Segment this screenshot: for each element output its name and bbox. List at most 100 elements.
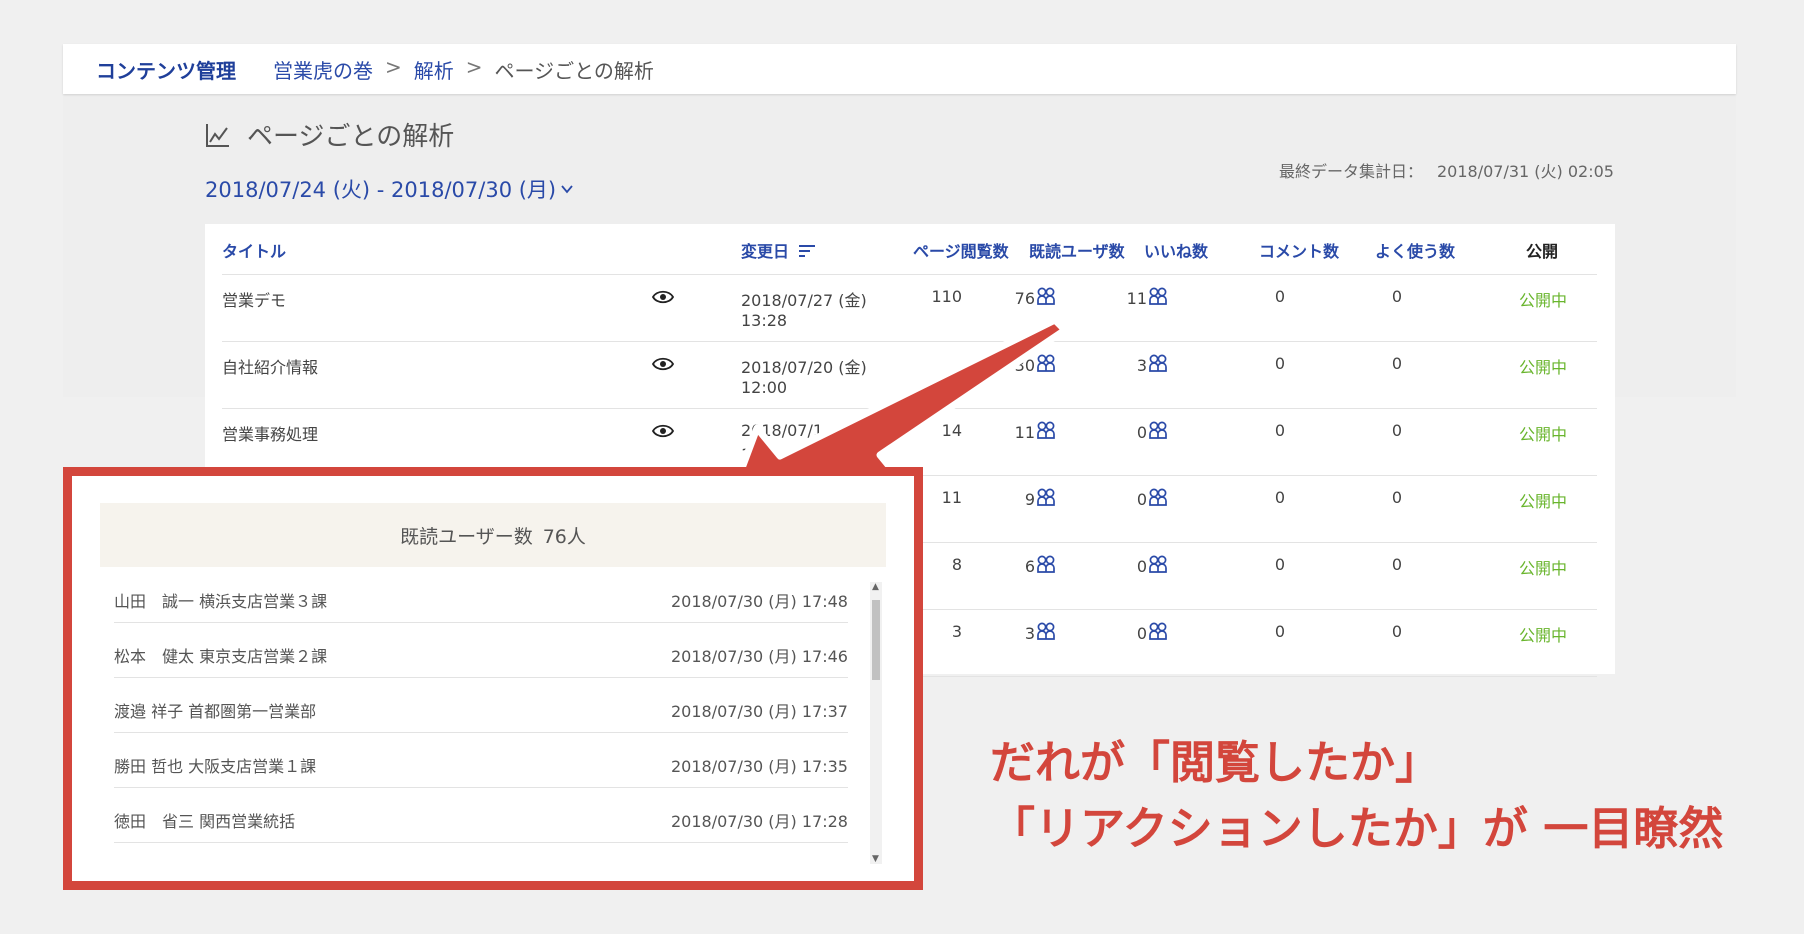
callout-text: だれが「閲覧したか」 「リアクションしたか」が 一目瞭然 bbox=[990, 730, 1723, 862]
table-row[interactable]: 自社紹介情報 2018/07/20 (金) 12:00 30 3 0 0 公開中 bbox=[222, 342, 1597, 409]
row-likes[interactable]: 0 bbox=[1057, 421, 1167, 442]
row-publish-status[interactable]: 公開中 bbox=[1519, 622, 1567, 646]
last-update-label: 最終データ集計日： bbox=[1278, 162, 1423, 181]
row-favorites: 0 bbox=[1391, 555, 1402, 574]
last-update: 最終データ集計日： 2018/07/31 (火) 02:05 bbox=[1279, 158, 1614, 182]
row-comments: 0 bbox=[1274, 421, 1285, 440]
list-item[interactable]: 渡邉 祥子 首都圏第一営業部 2018/07/30 (月) 17:37 bbox=[114, 678, 848, 733]
row-likes-count: 3 bbox=[1136, 356, 1147, 375]
reader-name: 松本 健太 東京支店営業２課 bbox=[114, 647, 328, 666]
breadcrumb-separator: > bbox=[385, 55, 402, 79]
list-item[interactable]: 勝田 哲也 大阪支店営業１課 2018/07/30 (月) 17:35 bbox=[114, 733, 848, 788]
row-title[interactable]: 営業事務処理 bbox=[222, 421, 318, 445]
date-range-selector[interactable]: 2018/07/24 (火) - 2018/07/30 (月) bbox=[205, 174, 574, 204]
row-readers-count: 11 bbox=[1014, 423, 1035, 442]
column-header-modified[interactable]: 変更日 bbox=[741, 238, 815, 262]
row-readers[interactable]: 3 bbox=[962, 622, 1055, 643]
users-icon[interactable] bbox=[1149, 488, 1167, 507]
column-header-views[interactable]: ページ閲覧数 bbox=[913, 238, 1009, 262]
row-publish-status[interactable]: 公開中 bbox=[1519, 354, 1567, 378]
users-icon[interactable] bbox=[1149, 287, 1167, 306]
row-favorites: 0 bbox=[1391, 488, 1402, 507]
eye-icon[interactable] bbox=[652, 356, 674, 372]
breadcrumb-item-analysis[interactable]: 解析 bbox=[414, 55, 454, 84]
row-views: 14 bbox=[941, 421, 962, 440]
scroll-thumb[interactable] bbox=[872, 600, 880, 680]
users-icon[interactable] bbox=[1037, 555, 1055, 574]
row-title[interactable]: 自社紹介情報 bbox=[222, 354, 318, 378]
scrollbar[interactable]: ▲ ▼ bbox=[870, 582, 882, 864]
row-publish-status[interactable]: 公開中 bbox=[1519, 488, 1567, 512]
scroll-down-arrow-icon[interactable]: ▼ bbox=[872, 854, 879, 864]
users-icon[interactable] bbox=[1149, 622, 1167, 641]
top-bar: コンテンツ管理 営業虎の巻 > 解析 > ページごとの解析 bbox=[63, 44, 1736, 94]
row-favorites: 0 bbox=[1391, 354, 1402, 373]
users-icon[interactable] bbox=[1037, 354, 1055, 373]
column-header-readers[interactable]: 既読ユーザ数 bbox=[1029, 238, 1125, 262]
column-header-title[interactable]: タイトル bbox=[222, 238, 286, 262]
brand-title[interactable]: コンテンツ管理 bbox=[96, 55, 236, 84]
popup-header-label: 既読ユーザー数 bbox=[400, 525, 533, 548]
users-icon[interactable] bbox=[1149, 421, 1167, 440]
users-icon[interactable] bbox=[1149, 555, 1167, 574]
row-favorites: 0 bbox=[1391, 622, 1402, 641]
breadcrumb-item-manual[interactable]: 営業虎の巻 bbox=[273, 55, 373, 84]
row-likes-count: 0 bbox=[1136, 557, 1147, 576]
row-readers[interactable]: 6 bbox=[962, 555, 1055, 576]
reader-list: 山田 誠一 横浜支店営業３課 2018/07/30 (月) 17:48 松本 健… bbox=[114, 568, 848, 843]
row-likes[interactable]: 0 bbox=[1057, 488, 1167, 509]
callout-line-1: だれが「閲覧したか」 bbox=[990, 736, 1441, 789]
reader-name: 渡邉 祥子 首都圏第一営業部 bbox=[114, 702, 317, 721]
eye-icon[interactable] bbox=[652, 423, 674, 439]
last-update-value: 2018/07/31 (火) 02:05 bbox=[1437, 162, 1614, 181]
reader-name: 勝田 哲也 大阪支店営業１課 bbox=[114, 757, 317, 776]
row-readers-count: 30 bbox=[1014, 356, 1035, 375]
users-icon[interactable] bbox=[1037, 488, 1055, 507]
scroll-up-arrow-icon[interactable]: ▲ bbox=[872, 582, 879, 592]
sort-lines-icon[interactable] bbox=[798, 244, 815, 258]
row-time: 1 bbox=[741, 445, 752, 464]
row-date: 2018/07/20 (金) bbox=[741, 358, 867, 377]
row-readers-count: 76 bbox=[1014, 289, 1035, 308]
row-time: 13:28 bbox=[741, 311, 788, 330]
row-comments: 0 bbox=[1274, 488, 1285, 507]
table-row[interactable]: 営業デモ 2018/07/27 (金) 13:28 110 76 11 0 0 … bbox=[222, 275, 1597, 342]
list-item[interactable]: 山田 誠一 横浜支店営業３課 2018/07/30 (月) 17:48 bbox=[114, 568, 848, 623]
popup-header-count: 76人 bbox=[542, 525, 586, 548]
row-likes[interactable]: 3 bbox=[1057, 354, 1167, 375]
column-header-likes[interactable]: いいね数 bbox=[1144, 238, 1208, 262]
row-readers[interactable]: 11 bbox=[962, 421, 1055, 442]
users-icon[interactable] bbox=[1037, 421, 1055, 440]
users-icon[interactable] bbox=[1149, 354, 1167, 373]
list-item[interactable]: 松本 健太 東京支店営業２課 2018/07/30 (月) 17:46 bbox=[114, 623, 848, 678]
reader-time: 2018/07/30 (月) 17:28 bbox=[671, 812, 848, 831]
row-publish-status[interactable]: 公開中 bbox=[1519, 421, 1567, 445]
row-likes[interactable]: 0 bbox=[1057, 622, 1167, 643]
table-row[interactable]: 営業事務処理 2018/07/1 1 14 11 0 0 0 公開中 bbox=[222, 409, 1597, 476]
users-icon[interactable] bbox=[1037, 287, 1055, 306]
row-readers-count: 9 bbox=[1024, 490, 1035, 509]
row-readers[interactable]: 76 bbox=[962, 287, 1055, 308]
row-likes[interactable]: 0 bbox=[1057, 555, 1167, 576]
reader-list-popup: 既読ユーザー数 76人 山田 誠一 横浜支店営業３課 2018/07/30 (月… bbox=[63, 467, 923, 890]
list-item[interactable]: 徳田 省三 関西営業統括 2018/07/30 (月) 17:28 bbox=[114, 788, 848, 843]
page-title: ページごとの解析 bbox=[247, 122, 455, 152]
row-readers-count: 6 bbox=[1024, 557, 1035, 576]
row-readers[interactable]: 30 bbox=[962, 354, 1055, 375]
row-likes-count: 0 bbox=[1136, 624, 1147, 643]
row-date: 2018/07/27 (金) bbox=[741, 291, 867, 310]
eye-icon[interactable] bbox=[652, 289, 674, 305]
reader-time: 2018/07/30 (月) 17:35 bbox=[671, 757, 848, 776]
line-chart-icon bbox=[206, 123, 229, 147]
row-likes-count: 0 bbox=[1136, 490, 1147, 509]
row-publish-status[interactable]: 公開中 bbox=[1519, 555, 1567, 579]
users-icon[interactable] bbox=[1037, 622, 1055, 641]
row-likes[interactable]: 11 bbox=[1057, 287, 1167, 308]
column-header-favorites[interactable]: よく使う数 bbox=[1375, 238, 1455, 262]
row-readers[interactable]: 9 bbox=[962, 488, 1055, 509]
row-readers-count: 3 bbox=[1024, 624, 1035, 643]
column-header-comments[interactable]: コメント数 bbox=[1259, 238, 1339, 262]
row-title[interactable]: 営業デモ bbox=[222, 287, 286, 311]
popup-header: 既読ユーザー数 76人 bbox=[100, 503, 886, 567]
row-publish-status[interactable]: 公開中 bbox=[1519, 287, 1567, 311]
